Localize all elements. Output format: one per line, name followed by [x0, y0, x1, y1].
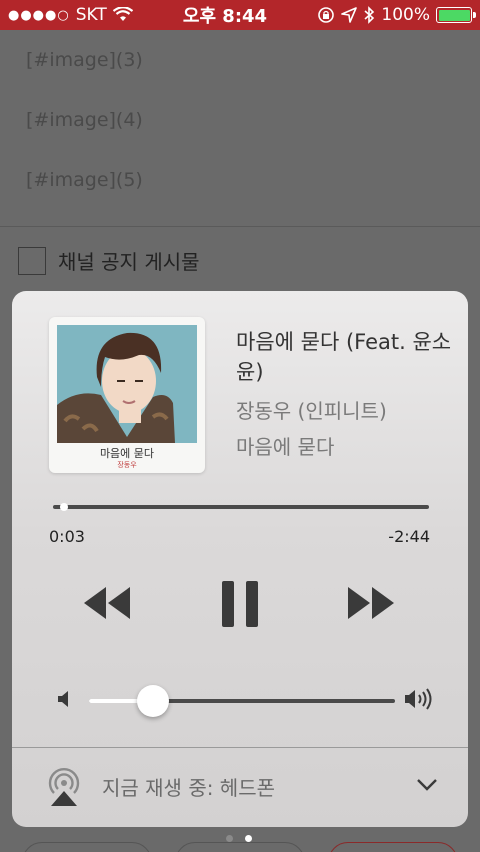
background-list: [#image](3) [#image](4) [#image](5): [0, 30, 480, 210]
scrubber-thumb[interactable]: [59, 503, 68, 511]
track-title: 마음에 묻다 (Feat. 윤소윤): [236, 330, 452, 384]
now-playing-card: 마음에 묻다 장동우 마음에 묻다 (Feat. 윤소윤) 장동우 (인피니트)…: [12, 291, 468, 827]
battery-icon: [436, 7, 476, 23]
volume-thumb[interactable]: [137, 685, 170, 717]
track-artist: 장동우 (인피니트): [236, 399, 387, 423]
rewind-icon: [84, 587, 130, 619]
bluetooth-icon: [364, 6, 375, 24]
airplay-icon[interactable]: [46, 767, 82, 807]
rotation-lock-icon: [318, 7, 335, 23]
pause-icon: [222, 581, 258, 627]
battery-percent: 100%: [381, 5, 430, 25]
location-icon: [341, 7, 358, 23]
carrier-name: SKT: [75, 5, 107, 25]
chevron-down-icon[interactable]: [416, 777, 438, 793]
status-time: 오후 8:44: [182, 6, 268, 27]
channel-notice-label: 채널 공지 게시물: [58, 250, 200, 274]
album-art-image: [57, 325, 197, 443]
background-button: [22, 842, 152, 852]
audio-output-label[interactable]: 지금 재생 중: 헤드폰: [102, 772, 275, 801]
channel-notice-row[interactable]: 채널 공지 게시물: [18, 246, 200, 275]
list-item: [#image](4): [26, 109, 143, 131]
album-art-title: 마음에 묻다: [99, 447, 155, 460]
pause-button[interactable]: [218, 579, 262, 629]
volume-slider[interactable]: [89, 685, 395, 717]
page-dot: [226, 835, 233, 842]
elapsed-time: 0:03: [49, 527, 85, 546]
playback-scrubber[interactable]: [53, 503, 429, 511]
volume-high-icon: [405, 688, 432, 710]
channel-notice-checkbox[interactable]: [18, 246, 46, 275]
album-art-artist: 장동우: [117, 461, 137, 469]
background-button: [328, 842, 458, 852]
fast-forward-button[interactable]: [342, 583, 398, 623]
list-item: [#image](5): [26, 169, 143, 191]
background-button: [175, 842, 305, 852]
list-item: [#image](3): [26, 49, 143, 71]
rewind-button[interactable]: [80, 583, 136, 623]
album-art[interactable]: 마음에 묻다 장동우: [49, 317, 205, 473]
remaining-time: -2:44: [388, 527, 430, 546]
signal-strength-icon: ●●●●○: [8, 7, 70, 23]
status-bar: ●●●●○ SKT 오후 8:44 100%: [0, 0, 480, 30]
fast-forward-icon: [348, 587, 394, 619]
volume-low-icon: [58, 691, 68, 707]
wifi-icon: [112, 7, 133, 21]
page-indicator: [226, 835, 252, 842]
track-album: 마음에 묻다: [236, 435, 335, 459]
divider: [12, 747, 468, 748]
divider: [0, 226, 480, 227]
page-dot-active: [245, 835, 252, 842]
